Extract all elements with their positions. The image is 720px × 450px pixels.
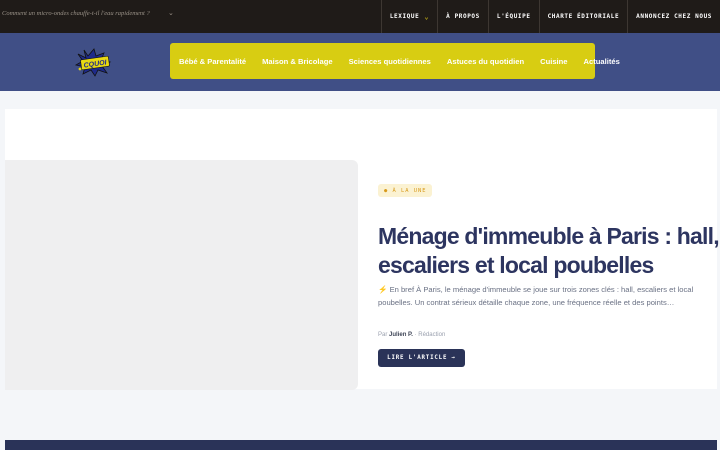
category-actualites[interactable]: Actualités [584,57,620,66]
featured-excerpt: ⚡ En bref À Paris, le ménage d'immeuble … [378,285,694,307]
category-cuisine[interactable]: Cuisine [540,57,567,66]
top-nav-lexique[interactable]: LEXIQUE ⌄ [380,0,437,33]
top-nav-lexique-label: LEXIQUE [389,13,420,20]
read-article-button[interactable]: LIRE L'ARTICLE → [378,349,465,367]
top-nav-equipe[interactable]: L'ÉQUIPE [487,0,539,33]
top-nav-a-propos[interactable]: À PROPOS [437,0,488,33]
category-astuces[interactable]: Astuces du quotidien [447,57,524,66]
category-maison[interactable]: Maison & Bricolage [262,57,332,66]
top-nav-a-propos-label: À PROPOS [446,13,480,20]
featured-image[interactable] [5,160,358,390]
top-nav: LEXIQUE ⌄ À PROPOS L'ÉQUIPE CHARTE ÉDITO… [380,0,720,33]
top-nav-annoncez-label: ANNONCEZ CHEZ NOUS [636,13,712,20]
featured-title[interactable]: Ménage d'immeuble à Paris : hall, escali… [378,222,720,280]
top-bar: Comment un micro-ondes chauffe-t-il l'ea… [0,0,720,33]
category-bebe[interactable]: Bébé & Parentalité [179,57,246,66]
chevron-down-icon: ⌄ [424,12,430,21]
next-section-band [5,440,717,450]
logo-dot [78,67,82,71]
top-nav-annoncez[interactable]: ANNONCEZ CHEZ NOUS [627,0,720,33]
featured-badge: ● À LA UNE [378,184,433,197]
category-sciences[interactable]: Sciences quotidiennes [349,57,431,66]
chevron-down-icon[interactable]: ⌄ [168,9,174,17]
top-nav-charte[interactable]: CHARTE ÉDITORIALE [538,0,628,33]
byline: Par Julien P. · Rédaction [378,332,445,338]
byline-role: Rédaction [418,332,446,338]
byline-author[interactable]: Julien P. [389,332,413,338]
byline-separator: · [414,332,417,338]
ticker-link[interactable]: Comment un micro-ondes chauffe-t-il l'ea… [2,10,150,17]
top-nav-equipe-label: L'ÉQUIPE [496,13,531,20]
byline-prefix: Par [378,332,388,338]
category-nav: Bébé & Parentalité Maison & Bricolage Sc… [170,43,620,79]
site-logo[interactable]: CQUOI [74,47,112,77]
top-nav-charte-label: CHARTE ÉDITORIALE [547,13,620,20]
